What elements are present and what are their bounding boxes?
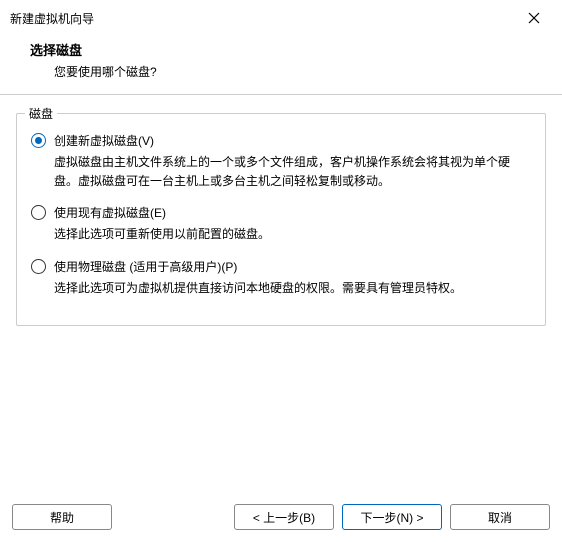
titlebar: 新建虚拟机向导	[0, 0, 562, 34]
option-description: 虚拟磁盘由主机文件系统上的一个或多个文件组成，客户机操作系统会将其视为单个硬盘。…	[54, 153, 531, 190]
back-button[interactable]: < 上一步(B)	[234, 504, 334, 530]
option-label: 使用现有虚拟磁盘(E)	[54, 204, 166, 221]
radio-use-physical-disk[interactable]	[31, 259, 46, 274]
page-title: 选择磁盘	[30, 40, 550, 59]
next-button[interactable]: 下一步(N) >	[342, 504, 442, 530]
option-create-new-disk[interactable]: 创建新虚拟磁盘(V) 虚拟磁盘由主机文件系统上的一个或多个文件组成，客户机操作系…	[31, 132, 531, 190]
radio-use-existing-disk[interactable]	[31, 205, 46, 220]
close-icon	[528, 12, 540, 24]
disk-groupbox: 磁盘 创建新虚拟磁盘(V) 虚拟磁盘由主机文件系统上的一个或多个文件组成，客户机…	[16, 113, 546, 326]
wizard-body: 磁盘 创建新虚拟磁盘(V) 虚拟磁盘由主机文件系统上的一个或多个文件组成，客户机…	[0, 95, 562, 494]
option-description: 选择此选项可为虚拟机提供直接访问本地硬盘的权限。需要具有管理员特权。	[54, 279, 531, 298]
option-use-physical-disk[interactable]: 使用物理磁盘 (适用于高级用户)(P) 选择此选项可为虚拟机提供直接访问本地硬盘…	[31, 258, 531, 298]
wizard-header: 选择磁盘 您要使用哪个磁盘?	[0, 34, 562, 94]
page-subtitle: 您要使用哪个磁盘?	[54, 63, 550, 80]
option-use-existing-disk[interactable]: 使用现有虚拟磁盘(E) 选择此选项可重新使用以前配置的磁盘。	[31, 204, 531, 244]
window-title: 新建虚拟机向导	[10, 10, 94, 27]
help-button[interactable]: 帮助	[12, 504, 112, 530]
groupbox-label: 磁盘	[25, 105, 57, 122]
cancel-button[interactable]: 取消	[450, 504, 550, 530]
option-label: 创建新虚拟磁盘(V)	[54, 132, 154, 149]
wizard-footer: 帮助 < 上一步(B) 下一步(N) > 取消	[0, 494, 562, 542]
option-label: 使用物理磁盘 (适用于高级用户)(P)	[54, 258, 237, 275]
radio-create-new-disk[interactable]	[31, 133, 46, 148]
close-button[interactable]	[516, 6, 552, 30]
option-description: 选择此选项可重新使用以前配置的磁盘。	[54, 225, 531, 244]
